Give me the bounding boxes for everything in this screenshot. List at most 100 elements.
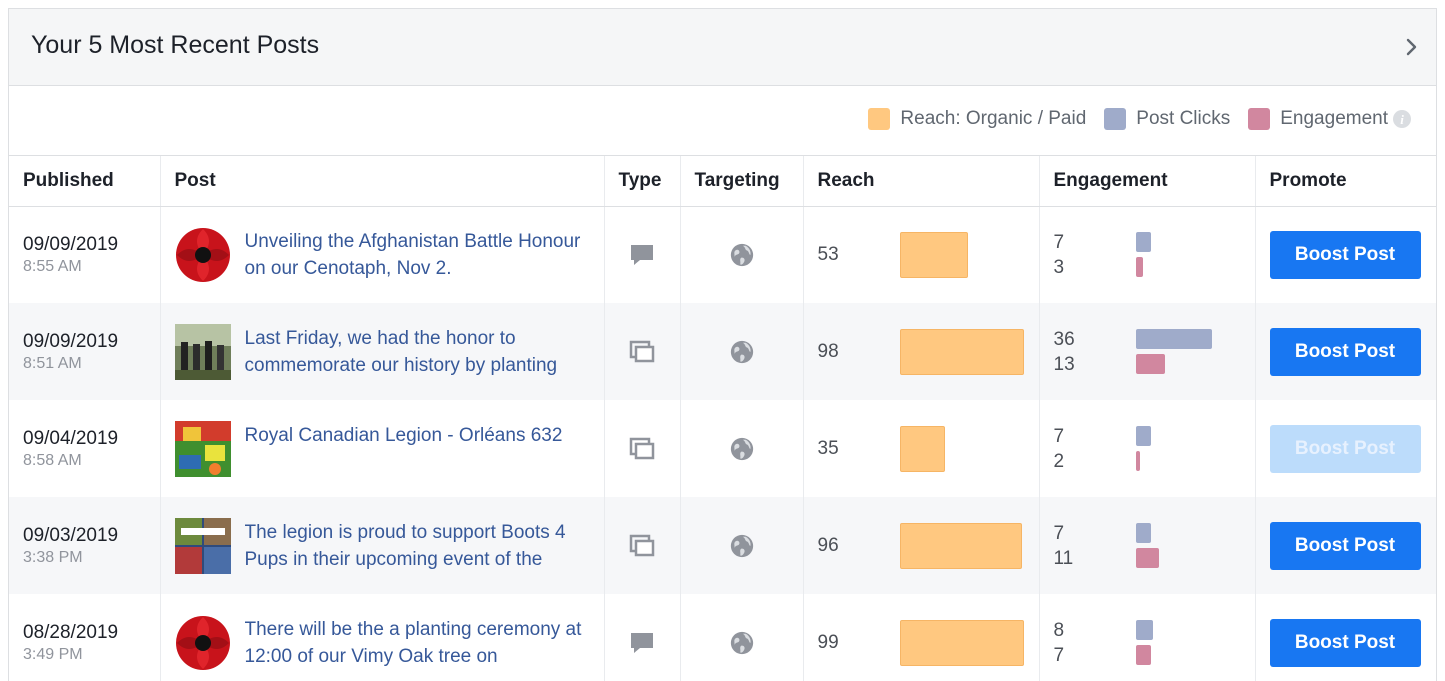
table-row: 09/09/2019 8:55 AM Unveiling the Afghani… bbox=[9, 206, 1436, 303]
published-cell: 08/28/2019 3:49 PM bbox=[9, 594, 161, 681]
engagement-value: 2 bbox=[1053, 450, 1065, 472]
post-cell: There will be the a planting ceremony at… bbox=[160, 594, 605, 681]
post-clicks-bar bbox=[1135, 620, 1153, 640]
globe-icon bbox=[730, 437, 753, 460]
column-header-type[interactable]: Type bbox=[604, 156, 681, 207]
post-text-link[interactable]: The legion is proud to support Boots 4 P… bbox=[245, 519, 595, 573]
boost-post-button[interactable]: Boost Post bbox=[1269, 521, 1421, 570]
photo-album-icon bbox=[628, 437, 656, 459]
post-thumbnail[interactable] bbox=[174, 323, 231, 380]
reach-cell: 98 bbox=[803, 303, 1040, 400]
posts-table-body: 09/09/2019 8:55 AM Unveiling the Afghani… bbox=[9, 206, 1436, 681]
globe-icon bbox=[730, 534, 753, 557]
column-header-promote[interactable]: Promote bbox=[1255, 156, 1436, 207]
post-text-link[interactable]: There will be the a planting ceremony at… bbox=[245, 616, 595, 670]
engagement-bar bbox=[1135, 645, 1151, 665]
globe-icon bbox=[730, 631, 753, 654]
boost-post-button[interactable]: Boost Post bbox=[1269, 230, 1421, 279]
reach-value: 35 bbox=[817, 437, 839, 459]
column-header-engagement[interactable]: Engagement bbox=[1039, 156, 1256, 207]
post-cell: The legion is proud to support Boots 4 P… bbox=[160, 497, 605, 594]
published-time: 8:51 AM bbox=[23, 354, 82, 372]
targeting-cell bbox=[680, 303, 804, 400]
engagement-value: 3 bbox=[1053, 256, 1065, 278]
boost-post-button: Boost Post bbox=[1269, 424, 1421, 473]
posts-table: Published Post Type Targeting Reach Enga… bbox=[9, 156, 1436, 681]
post-clicks-value: 7 bbox=[1053, 522, 1065, 544]
legend-label-reach: Reach: Organic / Paid bbox=[900, 108, 1087, 129]
recent-posts-panel: Your 5 Most Recent Posts Reach: Organic … bbox=[8, 8, 1437, 681]
legend-swatch-post-clicks bbox=[1104, 108, 1127, 130]
post-thumbnail[interactable] bbox=[175, 227, 231, 283]
boost-post-button[interactable]: Boost Post bbox=[1269, 327, 1421, 376]
engagement-value: 13 bbox=[1053, 353, 1075, 375]
column-header-reach[interactable]: Reach bbox=[803, 156, 1040, 207]
engagement-bar bbox=[1135, 257, 1143, 278]
table-row: 09/03/2019 3:38 PM The legion is proud t… bbox=[9, 497, 1436, 594]
published-time: 8:55 AM bbox=[23, 257, 82, 275]
engagement-cell: 7 11 bbox=[1039, 497, 1256, 594]
post-thumbnail[interactable] bbox=[174, 517, 231, 574]
post-text-link[interactable]: Royal Canadian Legion - Orléans 632 bbox=[245, 422, 595, 476]
legend-swatch-reach bbox=[868, 108, 891, 130]
table-row: 09/09/2019 8:51 AM Last Friday, we had t… bbox=[9, 303, 1436, 400]
legend-bar: Reach: Organic / Paid Post Clicks Engage… bbox=[9, 86, 1436, 156]
post-cell: Unveiling the Afghanistan Battle Honour … bbox=[160, 206, 605, 303]
published-time: 3:49 PM bbox=[23, 645, 83, 663]
promote-cell: Boost Post bbox=[1255, 206, 1436, 303]
column-header-post[interactable]: Post bbox=[160, 156, 605, 207]
engagement-cell: 7 2 bbox=[1039, 400, 1256, 497]
reach-bar bbox=[899, 522, 1022, 569]
reach-bar bbox=[899, 425, 945, 472]
legend-label-post-clicks: Post Clicks bbox=[1136, 108, 1231, 129]
post-clicks-value: 36 bbox=[1053, 328, 1075, 350]
published-cell: 09/03/2019 3:38 PM bbox=[9, 497, 161, 594]
reach-value: 96 bbox=[817, 534, 839, 556]
boost-post-button[interactable]: Boost Post bbox=[1269, 618, 1421, 667]
published-cell: 09/09/2019 8:51 AM bbox=[9, 303, 161, 400]
post-clicks-bar bbox=[1135, 523, 1151, 543]
post-clicks-value: 7 bbox=[1053, 425, 1065, 447]
status-comment-icon bbox=[628, 632, 656, 653]
promote-cell: Boost Post bbox=[1255, 497, 1436, 594]
published-date: 09/09/2019 bbox=[23, 233, 119, 255]
post-text-link[interactable]: Last Friday, we had the honor to commemo… bbox=[245, 325, 595, 379]
post-thumbnail[interactable] bbox=[174, 420, 231, 477]
chevron-right-icon[interactable] bbox=[1404, 37, 1420, 57]
panel-title: Your 5 Most Recent Posts bbox=[31, 31, 320, 59]
reach-cell: 99 bbox=[803, 594, 1040, 681]
reach-value: 53 bbox=[817, 243, 839, 265]
chart-legend: Reach: Organic / Paid Post Clicks Engage… bbox=[850, 108, 1412, 130]
photo-album-icon bbox=[628, 534, 656, 556]
published-time: 8:58 AM bbox=[23, 451, 82, 469]
targeting-cell bbox=[680, 594, 804, 681]
published-date: 09/03/2019 bbox=[23, 524, 119, 546]
type-cell bbox=[604, 303, 681, 400]
column-header-published[interactable]: Published bbox=[9, 156, 161, 207]
legend-item-reach: Reach: Organic / Paid bbox=[868, 108, 1086, 130]
reach-value: 99 bbox=[817, 631, 839, 653]
post-thumbnail[interactable] bbox=[175, 615, 231, 671]
post-clicks-value: 7 bbox=[1053, 231, 1065, 253]
published-cell: 09/09/2019 8:55 AM bbox=[9, 206, 161, 303]
published-time: 3:38 PM bbox=[23, 548, 83, 566]
panel-header: Your 5 Most Recent Posts bbox=[9, 9, 1436, 86]
reach-cell: 53 bbox=[803, 206, 1040, 303]
engagement-cell: 8 7 bbox=[1039, 594, 1256, 681]
column-header-targeting[interactable]: Targeting bbox=[680, 156, 804, 207]
post-cell: Last Friday, we had the honor to commemo… bbox=[160, 303, 605, 400]
type-cell bbox=[604, 594, 681, 681]
info-icon[interactable]: i bbox=[1392, 109, 1412, 129]
targeting-cell bbox=[680, 400, 804, 497]
published-date: 09/09/2019 bbox=[23, 330, 119, 352]
reach-bar bbox=[899, 619, 1024, 666]
published-date: 09/04/2019 bbox=[23, 427, 119, 449]
type-cell bbox=[604, 400, 681, 497]
promote-cell: Boost Post bbox=[1255, 594, 1436, 681]
legend-swatch-engagement bbox=[1248, 108, 1271, 130]
published-date: 08/28/2019 bbox=[23, 621, 119, 643]
post-text-link[interactable]: Unveiling the Afghanistan Battle Honour … bbox=[245, 228, 595, 282]
engagement-cell: 7 3 bbox=[1039, 206, 1256, 303]
engagement-value: 11 bbox=[1053, 547, 1074, 569]
photo-album-icon bbox=[628, 340, 656, 362]
